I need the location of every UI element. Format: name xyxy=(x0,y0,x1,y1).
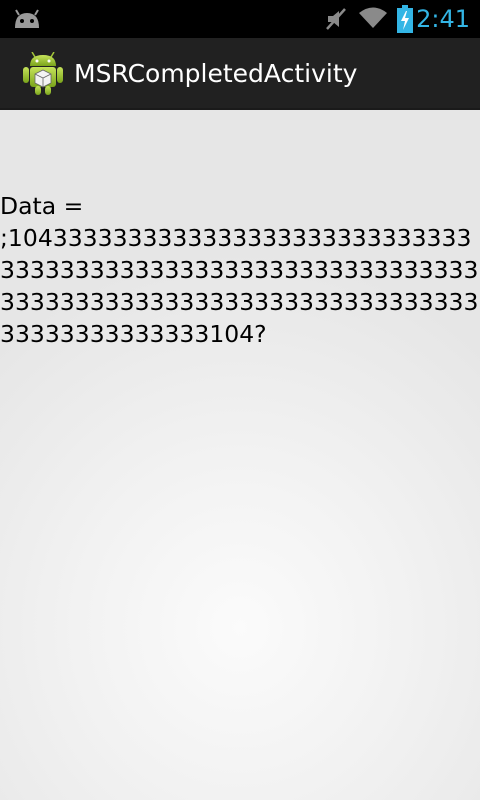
battery-charging-icon xyxy=(397,5,413,33)
data-text: Data = ;10433333333333333333333333333333… xyxy=(0,190,480,350)
action-bar: MSRCompletedActivity xyxy=(0,38,480,110)
status-bar: 2:41 xyxy=(0,0,480,38)
android-notification-icon xyxy=(15,9,39,28)
status-clock: 2:41 xyxy=(416,5,470,33)
data-value: ;104333333333333333333333333333333333333… xyxy=(0,224,479,348)
data-label: Data = xyxy=(0,192,84,220)
android-app-icon xyxy=(23,52,63,95)
wifi-icon xyxy=(359,7,387,28)
muted-icon xyxy=(326,8,346,30)
app-title: MSRCompletedActivity xyxy=(74,59,358,88)
content-area: Data = ;10433333333333333333333333333333… xyxy=(0,110,480,800)
